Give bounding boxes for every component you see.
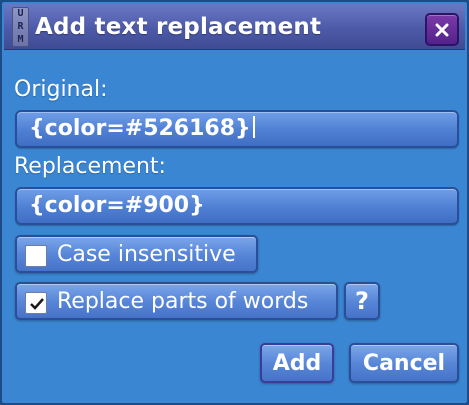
- original-input[interactable]: {color=#526168}: [15, 110, 459, 148]
- text-cursor: [252, 116, 255, 138]
- text-replacement-dialog: U R M Add text replacement Original: {co…: [0, 0, 469, 405]
- app-logo-icon: U R M: [12, 7, 29, 47]
- checkbox-unchecked-icon: [25, 245, 47, 267]
- close-button[interactable]: [425, 13, 459, 46]
- app-icon-letter: U: [17, 8, 24, 20]
- original-label: Original:: [14, 77, 108, 102]
- title-bar[interactable]: U R M Add text replacement: [4, 4, 465, 50]
- checkbox-checked-icon: [25, 292, 47, 314]
- replace-parts-of-words-label: Replace parts of words: [57, 289, 309, 314]
- help-button[interactable]: ?: [344, 282, 380, 320]
- replacement-input-value: {color=#900}: [29, 193, 205, 218]
- case-insensitive-checkbox[interactable]: Case insensitive: [15, 235, 258, 273]
- replacement-input[interactable]: {color=#900}: [15, 187, 459, 225]
- add-button-label: Add: [272, 351, 322, 376]
- close-x-icon: [435, 23, 449, 37]
- app-icon-letter: M: [17, 33, 24, 45]
- app-icon-letter: R: [17, 20, 24, 32]
- add-button[interactable]: Add: [260, 343, 334, 383]
- cancel-button[interactable]: Cancel: [349, 343, 459, 383]
- dialog-title: Add text replacement: [35, 14, 322, 40]
- help-question-icon: ?: [355, 287, 369, 315]
- case-insensitive-label: Case insensitive: [57, 242, 236, 267]
- replacement-label: Replacement:: [14, 154, 166, 179]
- original-input-value: {color=#526168}: [29, 116, 255, 141]
- replace-parts-of-words-checkbox[interactable]: Replace parts of words: [15, 282, 338, 320]
- cancel-button-label: Cancel: [362, 351, 446, 376]
